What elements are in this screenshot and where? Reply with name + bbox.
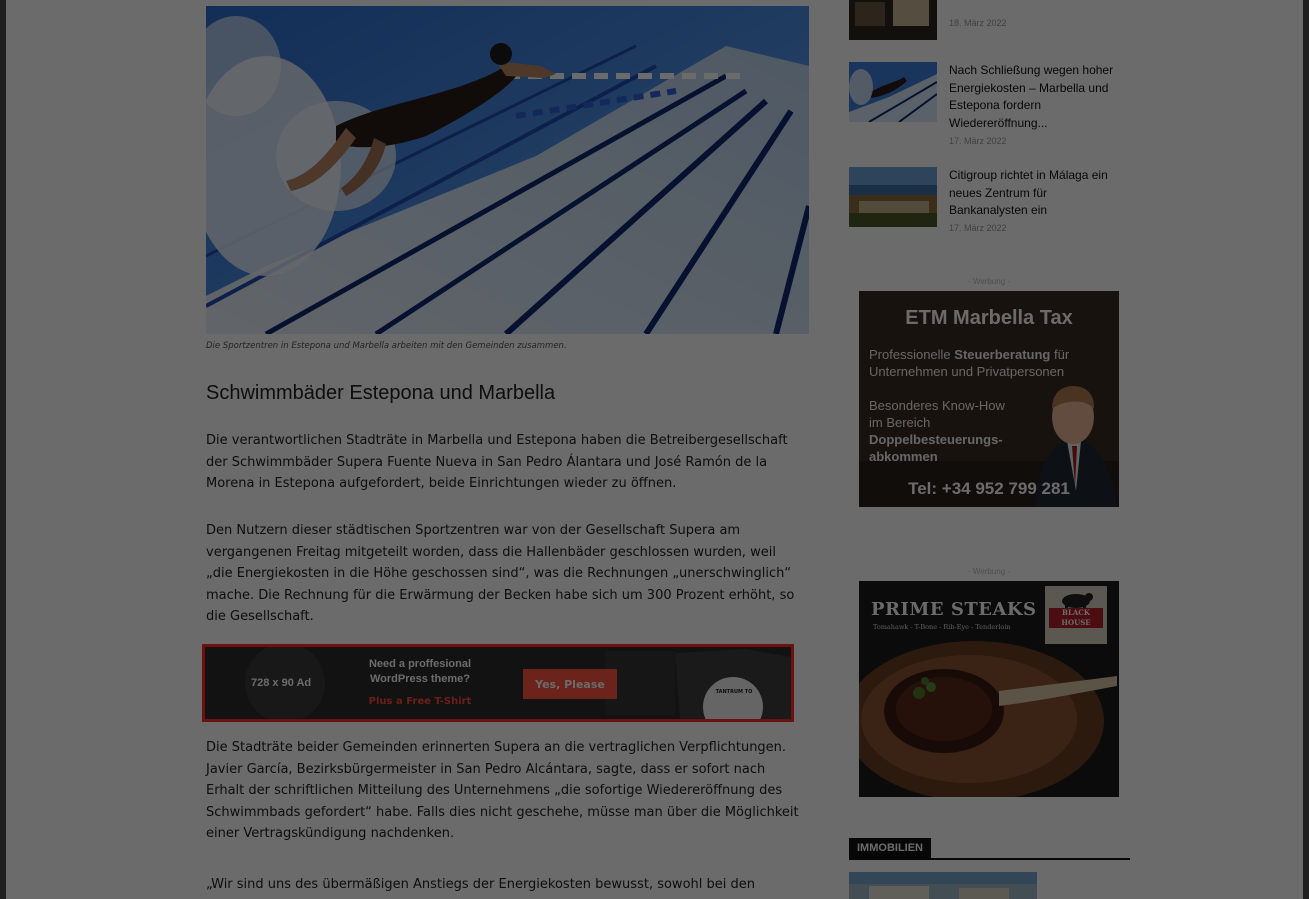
ad-badge-text: TANTRUM TO: [715, 689, 753, 695]
prime-steaks-ad[interactable]: PRIME STEAKS Tomahawk - T-Bone - Rib-Eye…: [859, 581, 1119, 797]
article-paragraph: „Wir sind uns des übermäßigen Anstiegs d…: [206, 877, 755, 892]
ad-headline: Need a proffesional WordPress theme?: [355, 657, 485, 687]
banner-ad[interactable]: 728 x 90 Ad Need a proffesional WordPres…: [202, 644, 794, 722]
black-house-logo: BLACK HOUSE: [1045, 586, 1107, 644]
news-thumbnail[interactable]: [849, 167, 937, 227]
section-label-immobilien[interactable]: IMMOBILIEN: [849, 838, 931, 859]
news-title[interactable]: Citigroup richtet in Málaga ein neues Ze…: [949, 167, 1119, 220]
ad-subtitle-line: Unternehmen und Privatpersonen: [869, 364, 1065, 379]
article-paragraph: Den Nutzern dieser städtischen Sportzent…: [206, 523, 795, 624]
ad-know-line: Besonderes Know-How: [869, 398, 1005, 413]
werbung-label: - Werbung -: [967, 277, 1011, 286]
sidebar-news-item[interactable]: Nach Schließung wegen hoher Energiekoste…: [849, 62, 1139, 152]
section-divider: [849, 858, 1130, 860]
ad-headline-line: Need a proffesional: [368, 658, 472, 670]
article-paragraph: Die verantwortlichen Stadträte in Marbel…: [206, 433, 788, 491]
ad-subtitle: Professionelle Steuerberatung für Untern…: [869, 346, 1117, 380]
article-paragraph: Die Stadträte beider Gemeinden erinnerte…: [206, 740, 799, 841]
logo-text: BLACK HOUSE: [1049, 608, 1103, 628]
sidebar-news-item[interactable]: Citigroup richtet in Málaga ein neues Ze…: [849, 167, 1139, 237]
ad-know-line: abkommen: [869, 449, 938, 464]
ad-phone[interactable]: Tel: +34 952 799 281: [859, 479, 1119, 499]
ad-subtitle-bold: Steuerberatung: [954, 347, 1051, 362]
swimmer-pool-image: [206, 6, 809, 334]
immobilien-thumbnail[interactable]: [849, 872, 1037, 899]
news-title[interactable]: Nach Schließung wegen hoher Energiekoste…: [949, 62, 1119, 132]
image-caption: Die Sportzentren in Estepona und Marbell…: [206, 341, 567, 351]
ad-title: PRIME STEAKS: [871, 599, 1037, 620]
ad-headline-line: WordPress theme?: [369, 673, 471, 685]
ad-subtitle-part: Professionelle: [869, 347, 955, 362]
news-date: 17. März 2022: [949, 136, 1007, 146]
ad-title: ETM Marbella Tax: [905, 307, 1073, 329]
sidebar-news-item[interactable]: 18. März 2022: [849, 0, 1139, 40]
werbung-label: - Werbung -: [967, 567, 1011, 576]
ad-know-line: im Bereich: [869, 415, 931, 430]
news-thumbnail[interactable]: [849, 0, 937, 40]
news-thumbnail[interactable]: [849, 62, 937, 122]
article-hero-image: [206, 6, 809, 334]
ad-tagline: Plus a Free T-Shirt: [368, 696, 472, 707]
yes-please-button[interactable]: Yes, Please: [523, 669, 617, 699]
etm-marbella-tax-ad[interactable]: ETM Marbella Tax Professionelle Steuerbe…: [859, 291, 1119, 507]
article-subheading: Schwimmbäder Estepona und Marbella: [206, 382, 556, 404]
news-date: 18. März 2022: [949, 18, 1007, 28]
news-date: 17. März 2022: [949, 223, 1007, 233]
ad-size-label: 728 x 90 Ad: [251, 677, 312, 689]
ad-know-how: Besonderes Know-How im Bereich Doppelbes…: [869, 397, 1039, 465]
ad-subtitle-part: für: [1050, 347, 1070, 362]
ad-know-line: Doppelbesteuerungs-: [869, 432, 1003, 447]
page: Die Sportzentren in Estepona und Marbell…: [6, 0, 1303, 899]
bull-icon: [1062, 593, 1093, 610]
ad-subtitle: Tomahawk - T-Bone - Rib-Eye - Tenderloin: [873, 623, 1011, 631]
